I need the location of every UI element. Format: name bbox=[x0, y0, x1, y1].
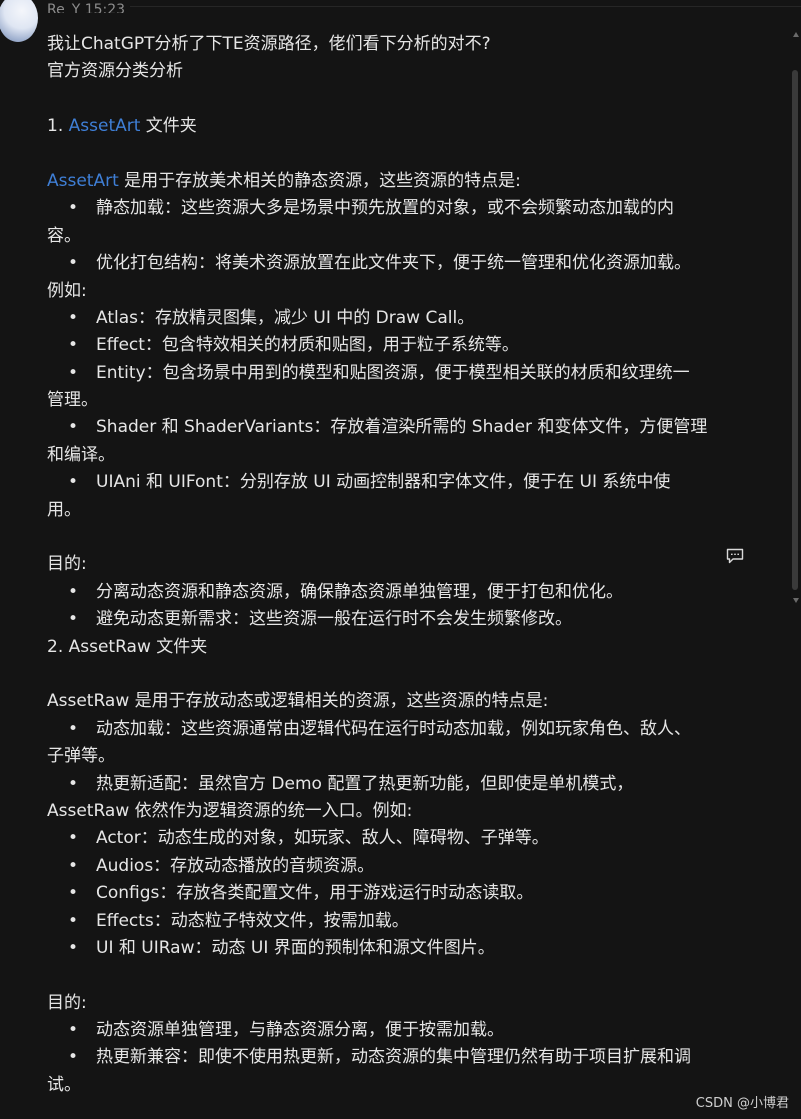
list-item-text: Configs：存放各类配置文件，用于游戏运行时动态读取。 bbox=[96, 883, 534, 904]
list-item-continuation: 管理。 bbox=[47, 390, 98, 411]
list-item: • 热更新适配：虽然官方 Demo 配置了热更新功能，但即使是单机模式， bbox=[47, 771, 727, 798]
scrollbar-thumb[interactable] bbox=[792, 70, 798, 590]
bullet: • bbox=[67, 307, 79, 328]
list-item-text: Effect：包含特效相关的材质和贴图，用于粒子系统等。 bbox=[96, 335, 519, 356]
list-item: • UIAni 和 UIFont：分别存放 UI 动画控制器和字体文件，便于在 U… bbox=[47, 469, 727, 496]
list-item: • Actor：动态生成的对象，如玩家、敌人、障碍物、子弹等。 bbox=[47, 825, 727, 852]
section-1-intro: AssetArt 是用于存放美术相关的静态资源，这些资源的特点是: bbox=[47, 168, 727, 195]
bullet: • bbox=[67, 773, 79, 794]
list-item-text: 热更新兼容：即使不使用热更新，动态资源的集中管理仍然有助于项目扩展和调 bbox=[96, 1047, 691, 1068]
bullet: • bbox=[67, 472, 79, 493]
list-item: • 分离动态资源和静态资源，确保静态资源单独管理，便于打包和优化。 bbox=[47, 579, 727, 606]
bullet: • bbox=[67, 1020, 79, 1041]
bullet: • bbox=[67, 253, 79, 274]
comment-icon[interactable] bbox=[726, 548, 744, 564]
bullet: • bbox=[67, 417, 79, 438]
list-item-text: 动态资源单独管理，与静态资源分离，便于按需加载。 bbox=[96, 1020, 504, 1041]
list-item: • 动态加载：这些资源通常由逻辑代码在运行时动态加载，例如玩家角色、敌人、 bbox=[47, 716, 727, 743]
bullet: • bbox=[67, 1047, 79, 1068]
bullet: • bbox=[67, 362, 79, 383]
list-item: • UI 和 UIRaw：动态 UI 界面的预制体和源文件图片。 bbox=[47, 935, 727, 962]
scroll-up-icon[interactable] bbox=[793, 32, 799, 37]
list-item: • 动态资源单独管理，与静态资源分离，便于按需加载。 bbox=[47, 1017, 727, 1044]
purpose-label: 目的: bbox=[47, 554, 87, 575]
scroll-down-icon[interactable] bbox=[793, 598, 799, 603]
message-time: 15:23 bbox=[84, 2, 126, 18]
heading-line: 官方资源分类分析 bbox=[47, 61, 183, 82]
list-item-continuation: 容。 bbox=[47, 225, 81, 246]
bullet: • bbox=[67, 335, 79, 356]
section-1-suffix: 文件夹 bbox=[140, 116, 197, 137]
section-1-title: 1. AssetArt 文件夹 bbox=[47, 113, 727, 140]
list-item-text: Effects：动态粒子特效文件，按需加载。 bbox=[96, 910, 409, 931]
list-item-text: UI 和 UIRaw：动态 UI 界面的预制体和源文件图片。 bbox=[96, 937, 495, 958]
list-item-continuation: 用。 bbox=[47, 499, 81, 520]
list-item: • Audios：存放动态播放的音频资源。 bbox=[47, 853, 727, 880]
list-item-text: 静态加载：这些资源大多是场景中预先放置的对象，或不会频繁动态加载的内 bbox=[96, 198, 674, 219]
avatar[interactable] bbox=[0, 0, 38, 42]
message-meta: Re_Y 15:23 bbox=[47, 1, 126, 18]
list-item: • 静态加载：这些资源大多是场景中预先放置的对象，或不会频繁动态加载的内 bbox=[47, 195, 727, 222]
assetart-link[interactable]: AssetArt bbox=[69, 116, 141, 136]
divider bbox=[130, 6, 801, 7]
list-item: • 避免动态更新需求：这些资源一般在运行时不会发生频繁修改。 bbox=[47, 606, 727, 633]
assetart-intro-link[interactable]: AssetArt bbox=[47, 171, 119, 191]
question-line: 我让ChatGPT分析了下TE资源路径，佬们看下分析的对不? bbox=[47, 34, 491, 54]
section-1-intro-text: 是用于存放美术相关的静态资源，这些资源的特点是: bbox=[118, 170, 521, 191]
author-name[interactable]: Re_Y bbox=[47, 2, 80, 13]
list-item-text: Shader 和 ShaderVariants：存放着渲染所需的 Shader … bbox=[96, 417, 708, 438]
list-item-text: 避免动态更新需求：这些资源一般在运行时不会发生频繁修改。 bbox=[96, 609, 572, 630]
bullet: • bbox=[67, 718, 79, 739]
bullet: • bbox=[67, 828, 79, 849]
list-item-text: UIAni 和 UIFont：分别存放 UI 动画控制器和字体文件，便于在 UI… bbox=[96, 472, 671, 493]
bullet: • bbox=[67, 609, 79, 630]
example-label: 例如: bbox=[47, 280, 87, 301]
bullet: • bbox=[67, 883, 79, 904]
list-item-continuation: 和编译。 bbox=[47, 444, 115, 465]
list-item: • 热更新兼容：即使不使用热更新，动态资源的集中管理仍然有助于项目扩展和调 bbox=[47, 1044, 727, 1071]
message-body: 我让ChatGPT分析了下TE资源路径，佬们看下分析的对不? 官方资源分类分析 … bbox=[47, 31, 727, 1099]
list-item-text: 优化打包结构：将美术资源放置在此文件夹下，便于统一管理和优化资源加载。 bbox=[96, 253, 691, 274]
bullet: • bbox=[67, 910, 79, 931]
bullet: • bbox=[67, 581, 79, 602]
list-item: • 优化打包结构：将美术资源放置在此文件夹下，便于统一管理和优化资源加载。 bbox=[47, 250, 727, 277]
list-item-text: Audios：存放动态播放的音频资源。 bbox=[96, 855, 375, 876]
list-item-text: Atlas：存放精灵图集，减少 UI 中的 Draw Call。 bbox=[96, 307, 475, 328]
list-item-text: 分离动态资源和静态资源，确保静态资源单独管理，便于打包和优化。 bbox=[96, 581, 623, 602]
list-item-text: Entity：包含场景中用到的模型和贴图资源，便于模型相关联的材质和纹理统一 bbox=[96, 362, 690, 383]
list-item: • Entity：包含场景中用到的模型和贴图资源，便于模型相关联的材质和纹理统一 bbox=[47, 360, 727, 387]
list-item-continuation: 试。 bbox=[47, 1074, 81, 1095]
bullet: • bbox=[67, 937, 79, 958]
list-item-continuation: AssetRaw 依然作为逻辑资源的统一入口。例如: bbox=[47, 800, 413, 821]
section-1-number: 1. bbox=[47, 116, 64, 137]
watermark: CSDN @小博君 bbox=[695, 1096, 789, 1111]
list-item: • Shader 和 ShaderVariants：存放着渲染所需的 Shader… bbox=[47, 414, 727, 441]
section-2-title: 2. AssetRaw 文件夹 bbox=[47, 636, 208, 657]
bullet: • bbox=[67, 198, 79, 219]
list-item: • Atlas：存放精灵图集，减少 UI 中的 Draw Call。 bbox=[47, 305, 727, 332]
list-item: • Configs：存放各类配置文件，用于游戏运行时动态读取。 bbox=[47, 880, 727, 907]
list-item-text: 热更新适配：虽然官方 Demo 配置了热更新功能，但即使是单机模式， bbox=[96, 773, 634, 794]
list-item-continuation: 子弹等。 bbox=[47, 746, 115, 767]
list-item: • Effect：包含特效相关的材质和贴图，用于粒子系统等。 bbox=[47, 332, 727, 359]
bullet: • bbox=[67, 855, 79, 876]
list-item-text: Actor：动态生成的对象，如玩家、敌人、障碍物、子弹等。 bbox=[96, 828, 549, 849]
purpose-label: 目的: bbox=[47, 992, 87, 1013]
list-item-text: 动态加载：这些资源通常由逻辑代码在运行时动态加载，例如玩家角色、敌人、 bbox=[96, 718, 691, 739]
section-2-intro: AssetRaw 是用于存放动态或逻辑相关的资源，这些资源的特点是: bbox=[47, 691, 549, 712]
list-item: • Effects：动态粒子特效文件，按需加载。 bbox=[47, 908, 727, 935]
